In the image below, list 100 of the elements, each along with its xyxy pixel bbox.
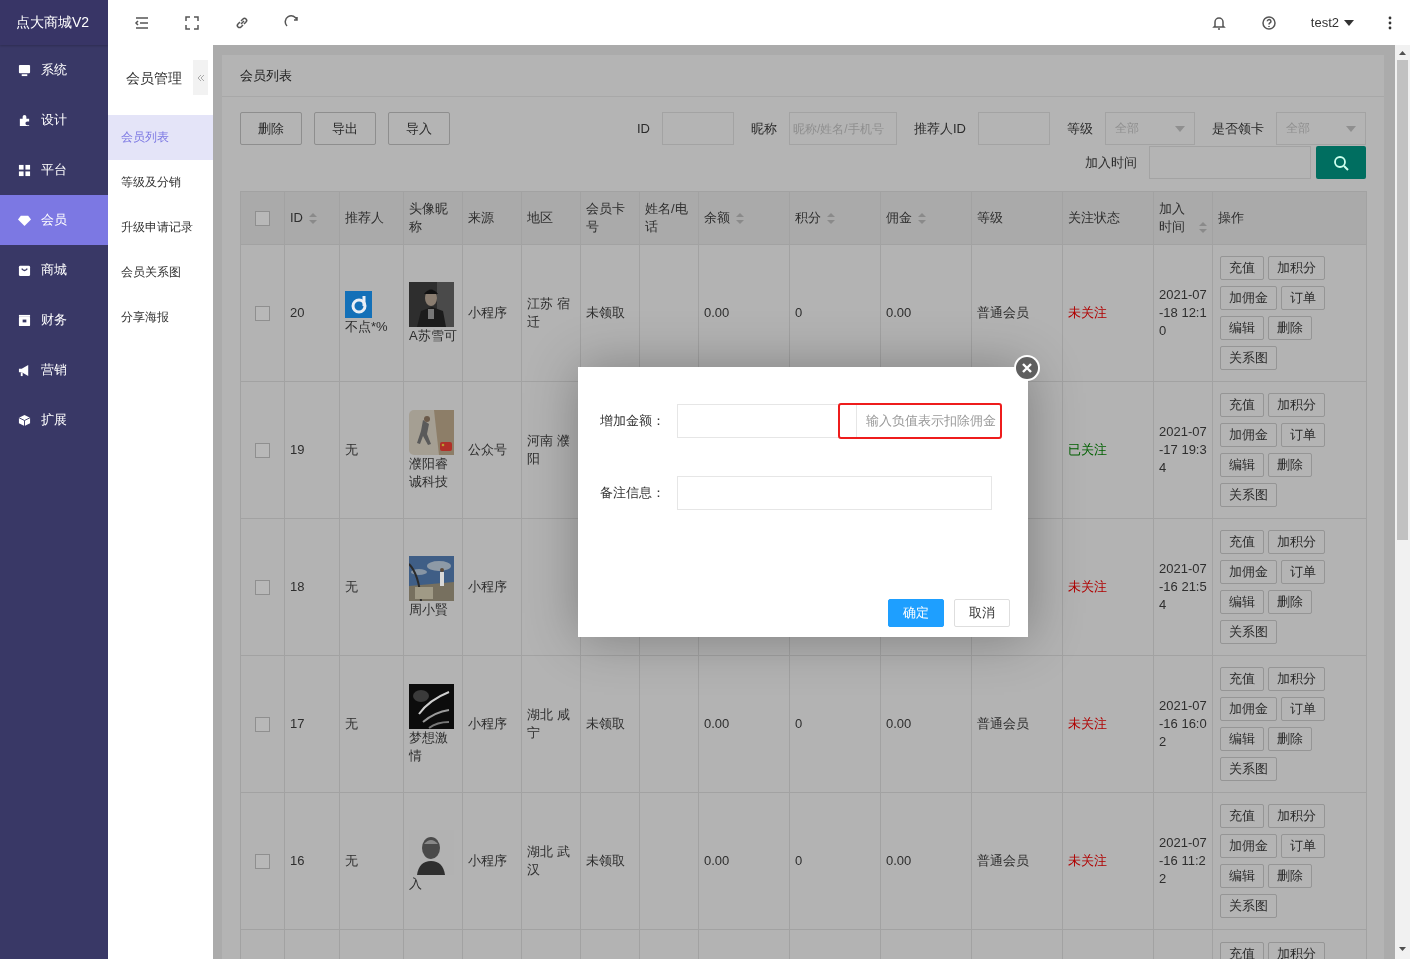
action-button[interactable]: 充值 <box>1220 667 1264 691</box>
balance-cell: 0.00 <box>704 305 730 320</box>
sidebar-item[interactable]: 会员 <box>0 195 108 245</box>
region-cell: 湖北 咸宁 <box>527 707 570 740</box>
action-button[interactable]: 编辑 <box>1220 590 1264 614</box>
action-button[interactable]: 订单 <box>1281 834 1325 858</box>
user-menu[interactable]: test2 <box>1310 15 1354 30</box>
menu-icon[interactable] <box>134 14 150 31</box>
fullscreen-icon[interactable] <box>184 14 200 31</box>
action-button[interactable]: 充值 <box>1220 256 1264 280</box>
action-button[interactable]: 加积分 <box>1268 942 1325 959</box>
action-button[interactable]: 删除 <box>1268 590 1312 614</box>
action-button[interactable]: 关系图 <box>1220 620 1277 644</box>
action-button[interactable]: 充值 <box>1220 393 1264 417</box>
menu-title: 会员管理 <box>126 70 182 88</box>
action-button[interactable]: 关系图 <box>1220 346 1277 370</box>
checkbox[interactable] <box>255 442 270 458</box>
submenu-item[interactable]: 等级及分销 <box>108 160 213 205</box>
column-header: 会员卡号 <box>586 200 626 236</box>
checkbox[interactable] <box>255 579 270 595</box>
help-icon[interactable] <box>1260 14 1277 31</box>
action-button[interactable]: 充值 <box>1220 804 1264 828</box>
action-button[interactable]: 加积分 <box>1268 667 1325 691</box>
action-button[interactable]: 编辑 <box>1220 727 1264 751</box>
sort-icon[interactable] <box>1199 222 1207 233</box>
field-label: 增加金额： <box>600 412 666 430</box>
action-button[interactable]: 订单 <box>1281 560 1325 584</box>
toolbar-button[interactable]: 删除 <box>240 112 302 145</box>
submenu-item[interactable]: 升级申请记录 <box>108 205 213 250</box>
checkbox[interactable] <box>255 210 270 226</box>
action-button[interactable]: 删除 <box>1268 864 1312 888</box>
source-cell: 小程序 <box>468 716 507 731</box>
page-title: 会员列表 <box>222 55 1384 97</box>
sort-icon[interactable] <box>827 212 835 224</box>
action-button[interactable]: 加佣金 <box>1220 560 1277 584</box>
action-button[interactable]: 加佣金 <box>1220 423 1277 447</box>
bell-icon[interactable] <box>1210 14 1227 31</box>
more-icon[interactable] <box>1388 15 1392 30</box>
toolbar-button[interactable]: 导入 <box>388 112 450 145</box>
column-header: 加入时间 <box>1159 200 1186 236</box>
sidebar-item[interactable]: 扩展 <box>0 395 108 445</box>
action-button[interactable]: 加积分 <box>1268 256 1325 280</box>
referrer-cell: 无 <box>345 442 358 457</box>
action-button[interactable]: 加积分 <box>1268 530 1325 554</box>
action-button[interactable]: 关系图 <box>1220 894 1277 918</box>
action-button[interactable]: 加积分 <box>1268 804 1325 828</box>
collapse-button[interactable] <box>193 60 208 95</box>
action-button[interactable]: 加积分 <box>1268 393 1325 417</box>
action-button[interactable]: 订单 <box>1281 697 1325 721</box>
toolbar-button[interactable]: 导出 <box>314 112 376 145</box>
link-icon[interactable] <box>234 14 250 31</box>
action-button[interactable]: 关系图 <box>1220 757 1277 781</box>
action-button[interactable]: 加佣金 <box>1220 834 1277 858</box>
level-cell: 普通会员 <box>977 305 1029 320</box>
dialog-button[interactable]: 取消 <box>954 599 1010 627</box>
search-button[interactable] <box>1316 146 1366 179</box>
sidebar-item[interactable]: 财务 <box>0 295 108 345</box>
sort-icon[interactable] <box>309 212 317 224</box>
submenu-item[interactable]: 分享海报 <box>108 295 213 340</box>
double-chevron-icon <box>196 73 205 82</box>
bag-icon <box>18 263 31 277</box>
action-button[interactable]: 删除 <box>1268 453 1312 477</box>
action-button[interactable]: 删除 <box>1268 316 1312 340</box>
id-cell: 16 <box>290 853 305 868</box>
sort-icon[interactable] <box>918 212 926 224</box>
filter-label: 等级 <box>1067 119 1093 138</box>
action-button[interactable]: 订单 <box>1281 286 1325 310</box>
checkbox[interactable] <box>255 853 270 869</box>
filter-label: 加入时间 <box>1085 153 1137 172</box>
action-button[interactable]: 编辑 <box>1220 453 1264 477</box>
commission-cell: 0.00 <box>886 716 912 731</box>
action-button[interactable]: 删除 <box>1268 727 1312 751</box>
action-button[interactable]: 编辑 <box>1220 864 1264 888</box>
column-header: 姓名/电话 <box>645 200 689 236</box>
sort-icon[interactable] <box>736 212 744 224</box>
action-button[interactable]: 加佣金 <box>1220 286 1277 310</box>
id-cell: 18 <box>290 579 305 594</box>
id-cell: 17 <box>290 716 305 731</box>
checkbox[interactable] <box>255 716 270 732</box>
action-button[interactable]: 充值 <box>1220 942 1264 959</box>
checkbox[interactable] <box>255 305 270 321</box>
sidebar-item[interactable]: 营销 <box>0 345 108 395</box>
sidebar-item[interactable]: 商城 <box>0 245 108 295</box>
action-button[interactable]: 订单 <box>1281 423 1325 447</box>
action-button[interactable]: 编辑 <box>1220 316 1264 340</box>
nickname: A苏雪可 <box>409 326 457 345</box>
close-icon <box>1016 357 1038 379</box>
column-header: 佣金 <box>886 209 912 227</box>
sidebar-item[interactable]: 系统 <box>0 45 108 95</box>
diamond-icon <box>18 213 31 227</box>
action-button[interactable]: 加佣金 <box>1220 697 1277 721</box>
action-button[interactable]: 关系图 <box>1220 483 1277 507</box>
column-header: 头像昵称 <box>409 200 449 236</box>
submenu-item[interactable]: 会员关系图 <box>108 250 213 295</box>
action-button[interactable]: 充值 <box>1220 530 1264 554</box>
sidebar-item[interactable]: 平台 <box>0 145 108 195</box>
sidebar-item[interactable]: 设计 <box>0 95 108 145</box>
join-time: 2021-07-18 12:10 <box>1159 287 1207 338</box>
commission-cell: 0.00 <box>886 305 912 320</box>
monitor-icon <box>18 63 31 77</box>
